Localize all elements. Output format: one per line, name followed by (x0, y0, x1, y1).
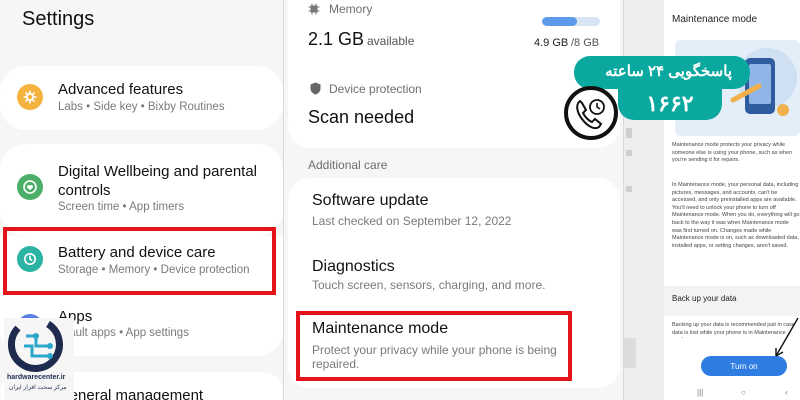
pointer-arrow (775, 317, 799, 357)
settings-item-digital-wellbeing[interactable]: Digital Wellbeing and parental controls … (0, 150, 283, 234)
settings-item-sub: fault apps • App settings (66, 327, 189, 339)
settings-item-label-line2: controls (58, 182, 111, 199)
software-update-sub: Last checked on September 12, 2022 (312, 214, 512, 228)
settings-item-label: General management (58, 387, 204, 400)
memory-label: Memory (329, 2, 373, 16)
logo-text: hardwarecenter.ir (7, 374, 66, 381)
maintenance-intro: Maintenance mode protects your privacy w… (672, 142, 793, 164)
memory-used: 4.9 GB (534, 37, 569, 49)
recents-nav-icon[interactable]: ||| (697, 388, 703, 397)
memory-total: /8 GB (571, 37, 600, 49)
maintenance-body: In Maintenance mode, your personal data,… (672, 182, 800, 249)
settings-panel: Settings Advanced features Labs • Side k… (0, 0, 283, 400)
list-fragment (626, 128, 632, 138)
device-protection-label: Device protection (329, 82, 422, 96)
phone-clock-icon (576, 99, 605, 130)
hardwarecenter-logo: hardwarecenter.ir مرکز سخت افزار ایران (4, 318, 74, 400)
settings-item-sub: Labs • Side key • Bixby Routines (58, 101, 225, 113)
support-banner-text: پاسخگویی ۲۴ ساعته (605, 63, 732, 80)
maintenance-header: Maintenance mode (672, 14, 758, 25)
list-fragment (624, 338, 636, 368)
page-title: Settings (22, 8, 95, 30)
home-nav-icon[interactable]: ○ (741, 388, 746, 397)
memory-chip-icon (308, 3, 320, 15)
additional-care-header: Additional care (308, 158, 388, 172)
scan-status[interactable]: Scan needed (308, 107, 414, 128)
diagnostics-title: Diagnostics (312, 258, 395, 275)
shield-icon (310, 82, 321, 95)
screenshot-collage: Settings Advanced features Labs • Side k… (0, 0, 800, 400)
diagnostics-item[interactable]: Diagnostics Touch screen, sensors, charg… (288, 250, 620, 298)
highlight-box (3, 227, 276, 295)
list-fragment (626, 150, 632, 156)
circuit-logo-icon (8, 321, 63, 372)
phone-clock-badge (564, 86, 618, 140)
gear-plus-icon (17, 84, 43, 110)
settings-item-label: Advanced features (58, 81, 184, 98)
highlight-box (296, 311, 572, 381)
support-phone-number: ۱۶۶۲ (618, 88, 722, 120)
device-care-panel: Memory 2.1 GB available 4.9 GB /8 GB Dev… (283, 0, 623, 400)
software-update-item[interactable]: Software update Last checked on Septembe… (288, 184, 620, 238)
diagnostics-sub: Touch screen, sensors, charging, and mor… (312, 278, 546, 292)
wellbeing-heart-icon (17, 174, 43, 200)
support-banner: پاسخگویی ۲۴ ساعته (574, 56, 750, 89)
memory-available-label: available (367, 34, 415, 48)
list-fragment (626, 186, 632, 192)
memory-value: 2.1 GB (308, 29, 365, 49)
memory-progress-fill (542, 17, 578, 26)
logo-subtext: مرکز سخت افزار ایران (9, 385, 67, 391)
back-nav-icon[interactable]: ‹ (785, 388, 788, 397)
memory-progress-bar (542, 17, 600, 26)
settings-item-sub: Screen time • App timers (58, 201, 185, 213)
software-update-title: Software update (312, 192, 429, 209)
backup-title: Back up your data (672, 294, 737, 303)
settings-item-label-line1: Digital Wellbeing and parental (58, 163, 258, 180)
settings-item-advanced-features[interactable]: Advanced features Labs • Side key • Bixb… (0, 70, 283, 126)
